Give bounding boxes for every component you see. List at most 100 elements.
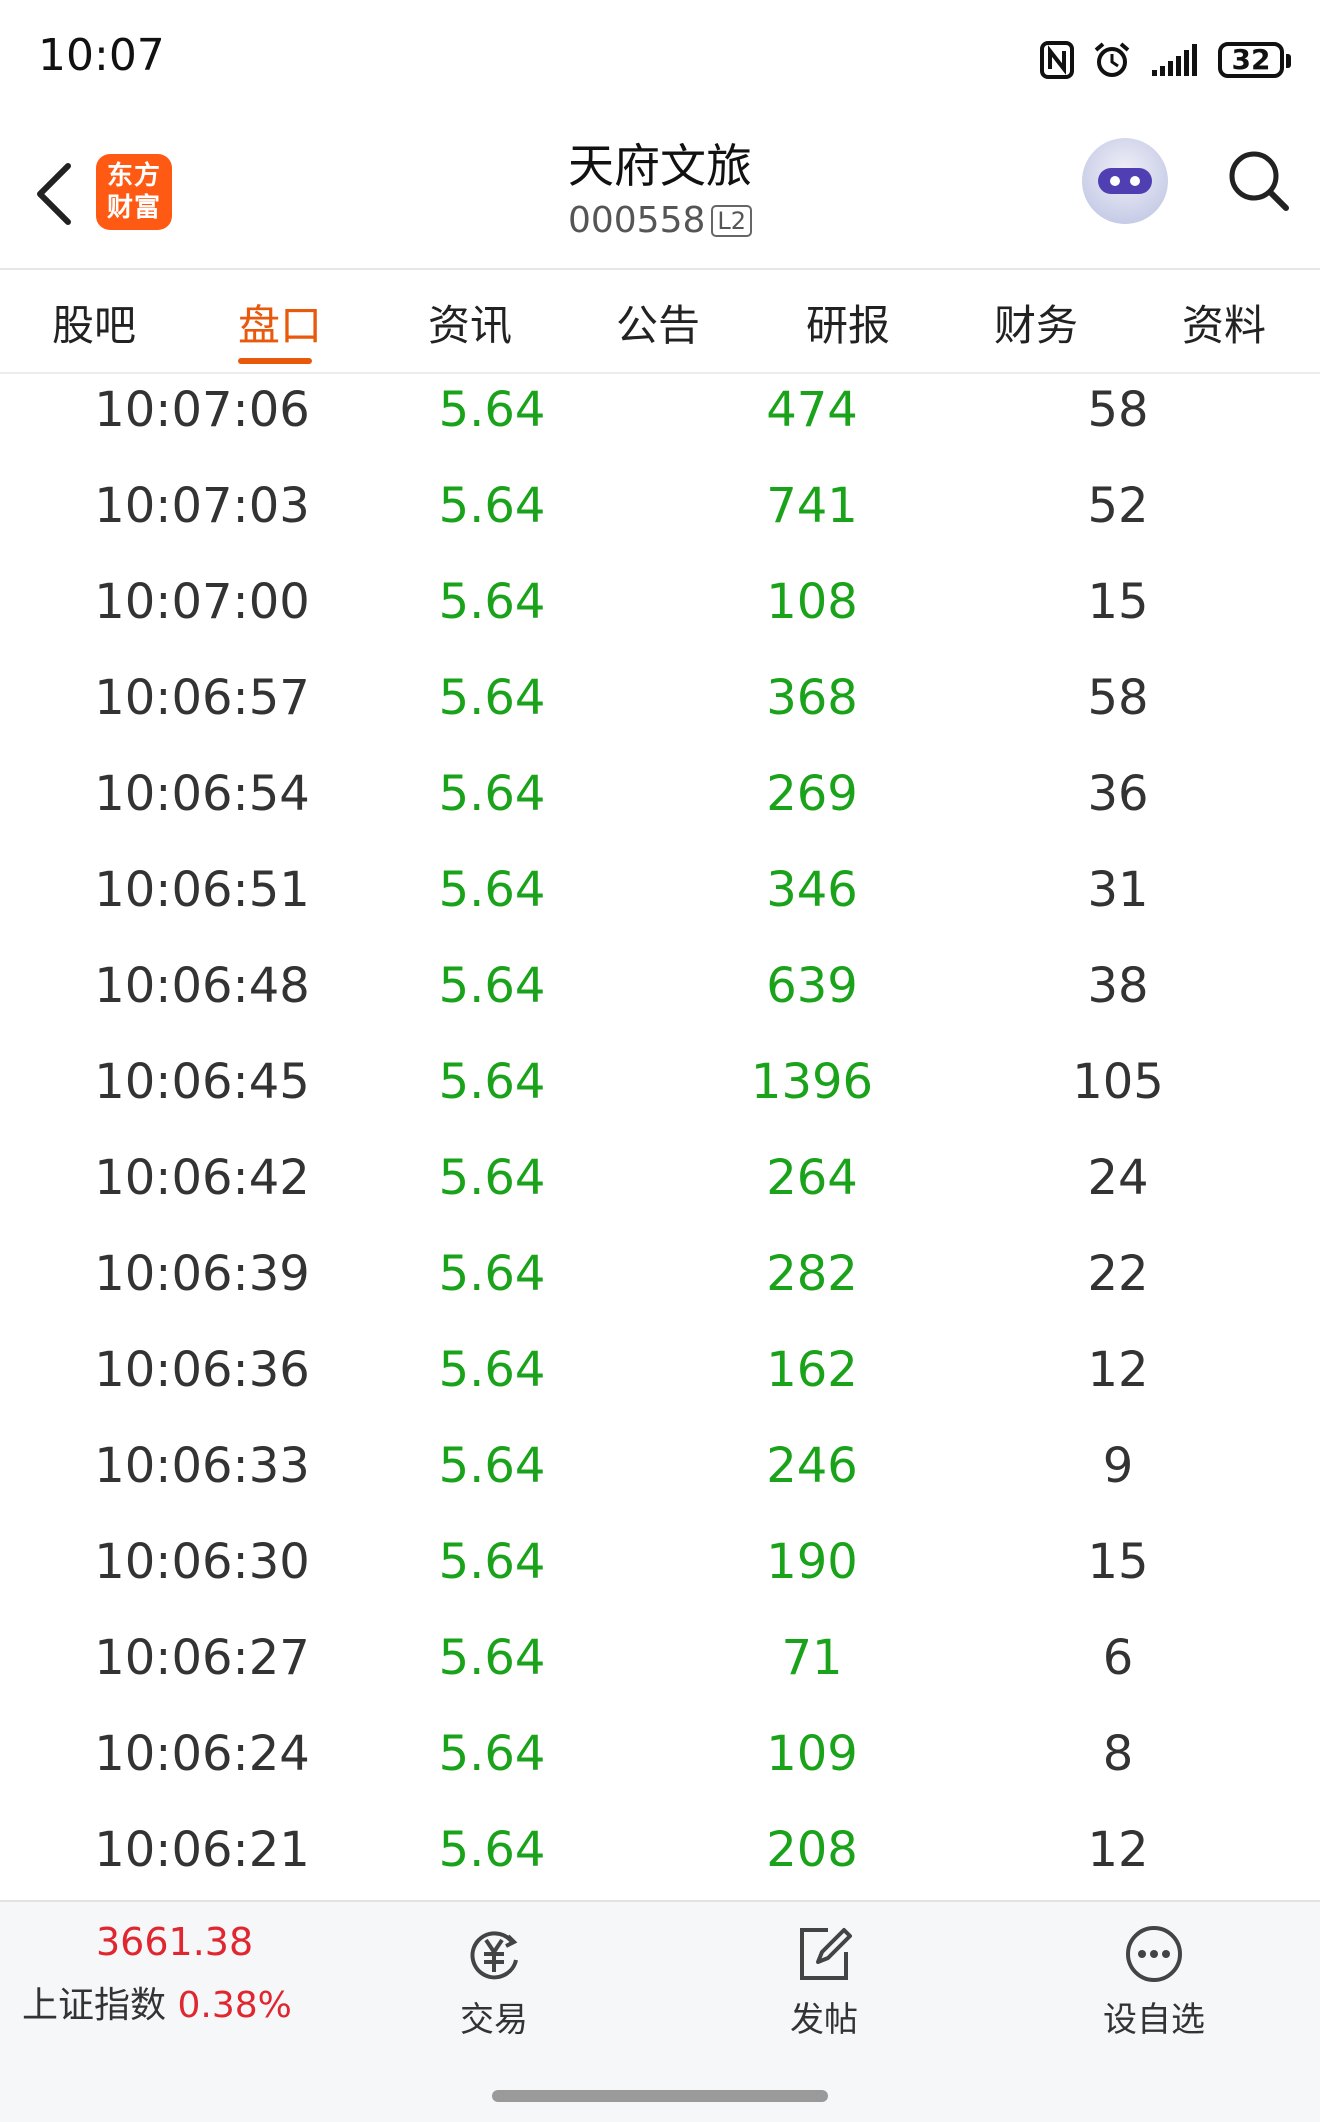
index-change: 0.38% <box>177 1985 292 2026</box>
trade-row: 10:06:30 5.64 190 15 <box>0 1514 1320 1610</box>
signal-icon <box>1152 44 1197 76</box>
trade-time: 10:06:30 <box>94 1534 310 1590</box>
status-time: 10:07 <box>38 30 165 81</box>
index-summary[interactable]: 上证指数 0.38% <box>22 1976 292 2028</box>
trade-count: 52 <box>1087 478 1149 534</box>
trade-row: 10:06:51 5.64 346 31 <box>0 842 1320 938</box>
trade-volume: 639 <box>766 958 858 1014</box>
tab-bar: 股吧 盘口 资讯 公告 研报 财务 资料 <box>0 270 1320 374</box>
trade-count: 9 <box>1102 1438 1134 1494</box>
home-indicator[interactable] <box>492 2090 828 2102</box>
trade-time: 10:07:00 <box>94 574 310 630</box>
trade-row: 10:06:39 5.64 282 22 <box>0 1226 1320 1322</box>
trade-time: 10:06:27 <box>94 1630 310 1686</box>
trade-count: 58 <box>1087 670 1149 726</box>
trade-price: 5.64 <box>438 862 546 918</box>
trade-price: 5.64 <box>438 1630 546 1686</box>
trade-time: 10:06:39 <box>94 1246 310 1302</box>
trade-price: 5.64 <box>438 766 546 822</box>
trade-time: 10:07:03 <box>94 478 310 534</box>
trade-time: 10:06:48 <box>94 958 310 1014</box>
trade-time: 10:06:21 <box>94 1822 310 1878</box>
trade-count: 22 <box>1087 1246 1149 1302</box>
trade-time: 10:06:57 <box>94 670 310 726</box>
trade-volume: 1396 <box>750 1054 874 1110</box>
tab-research[interactable]: 研报 <box>788 292 908 353</box>
status-bar: 10:07 32 <box>0 0 1320 118</box>
trade-label: 交易 <box>460 2000 528 2040</box>
trade-row: 10:07:00 5.64 108 15 <box>0 554 1320 650</box>
trade-price: 5.64 <box>438 382 546 438</box>
trade-row: 10:06:33 5.64 246 9 <box>0 1418 1320 1514</box>
trade-volume: 282 <box>766 1246 858 1302</box>
trade-volume: 246 <box>766 1438 858 1494</box>
trade-price: 5.64 <box>438 1726 546 1782</box>
add-watchlist-button[interactable]: 设自选 <box>1074 1922 1234 2041</box>
tab-finance[interactable]: 财务 <box>976 292 1096 353</box>
trade-yuan-icon <box>470 1931 518 1980</box>
trade-time: 10:06:24 <box>94 1726 310 1782</box>
trade-price: 5.64 <box>438 1150 546 1206</box>
robot-icon <box>1098 168 1152 194</box>
battery-icon: 32 <box>1218 42 1291 78</box>
trade-time: 10:07:06 <box>94 382 310 438</box>
trade-price: 5.64 <box>438 1438 546 1494</box>
post-button[interactable]: 发帖 <box>744 1922 904 2041</box>
trade-price: 5.64 <box>438 670 546 726</box>
trade-count: 15 <box>1087 574 1149 630</box>
trade-price: 5.64 <box>438 958 546 1014</box>
level2-badge: L2 <box>711 205 753 237</box>
trade-row: 10:06:36 5.64 162 12 <box>0 1322 1320 1418</box>
trade-time: 10:06:54 <box>94 766 310 822</box>
alarm-icon <box>1094 42 1130 77</box>
trade-volume: 108 <box>766 574 858 630</box>
trade-row: 10:06:27 5.64 71 6 <box>0 1610 1320 1706</box>
trade-volume: 162 <box>766 1342 858 1398</box>
trade-volume: 109 <box>766 1726 858 1782</box>
trade-count: 36 <box>1087 766 1149 822</box>
trade-price: 5.64 <box>438 1246 546 1302</box>
tab-announcements[interactable]: 公告 <box>598 292 718 353</box>
search-icon[interactable] <box>1226 148 1292 214</box>
trade-volume: 346 <box>766 862 858 918</box>
index-name: 上证指数 <box>22 1985 167 2026</box>
trade-time: 10:06:33 <box>94 1438 310 1494</box>
trade-volume: 190 <box>766 1534 858 1590</box>
trade-row: 10:06:57 5.64 368 58 <box>0 650 1320 746</box>
trade-volume: 474 <box>766 382 858 438</box>
trade-count: 58 <box>1087 382 1149 438</box>
trade-time: 10:06:42 <box>94 1150 310 1206</box>
trade-count: 12 <box>1087 1822 1149 1878</box>
trade-volume: 269 <box>766 766 858 822</box>
trade-count: 6 <box>1102 1630 1134 1686</box>
trade-count: 15 <box>1087 1534 1149 1590</box>
trade-volume: 368 <box>766 670 858 726</box>
tab-guba[interactable]: 股吧 <box>34 292 154 353</box>
index-value[interactable]: 3661.38 <box>96 1920 253 1964</box>
tab-profile[interactable]: 资料 <box>1164 292 1284 353</box>
trade-count: 31 <box>1087 862 1149 918</box>
stock-header: 东方 财富 天府文旅 000558 L2 <box>0 118 1320 270</box>
stock-code: 000558 <box>567 200 706 241</box>
active-tab-indicator <box>238 358 312 364</box>
trade-volume: 208 <box>766 1822 858 1878</box>
trade-time: 10:06:36 <box>94 1342 310 1398</box>
status-icons: 32 <box>1040 36 1291 84</box>
trade-button[interactable]: 交易 <box>414 1922 574 2041</box>
trade-count: 38 <box>1087 958 1149 1014</box>
tab-news[interactable]: 资讯 <box>410 292 530 353</box>
trade-row: 10:06:45 5.64 1396 105 <box>0 1034 1320 1130</box>
trade-price: 5.64 <box>438 1342 546 1398</box>
ai-assistant-avatar[interactable] <box>1082 138 1168 224</box>
trade-row: 10:06:24 5.64 109 8 <box>0 1706 1320 1802</box>
trade-count: 24 <box>1087 1150 1149 1206</box>
trade-count: 105 <box>1072 1054 1164 1110</box>
trade-detail-list[interactable]: 10:07:095.644472710:07:065.644745810:07:… <box>0 374 1320 1900</box>
tab-pankou[interactable]: 盘口 <box>220 292 340 353</box>
trade-time: 10:06:45 <box>94 1054 310 1110</box>
trade-volume: 741 <box>766 478 858 534</box>
trade-row: 10:06:48 5.64 639 38 <box>0 938 1320 1034</box>
trade-row: 10:06:21 5.64 208 12 <box>0 1802 1320 1898</box>
trade-price: 5.64 <box>438 1054 546 1110</box>
trade-row: 10:07:03 5.64 741 52 <box>0 458 1320 554</box>
